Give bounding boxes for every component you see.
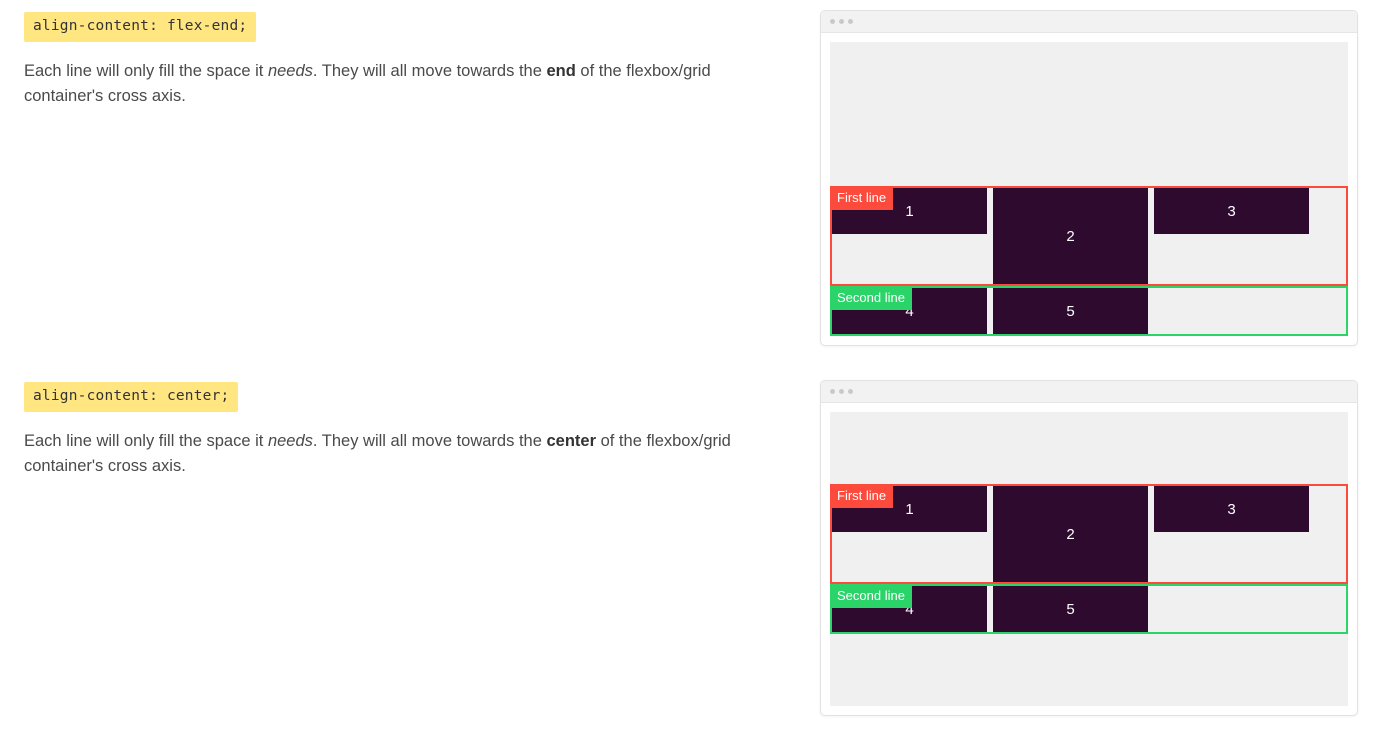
demo-window-flex-end: First line 1 2 3 Second line 4 5 (820, 10, 1358, 346)
flex-line-label-second: Second line (830, 584, 912, 608)
desc-strong: end (546, 61, 576, 80)
flex-item: 5 (993, 586, 1148, 632)
window-dot-icon (830, 19, 835, 24)
flex-line-second: Second line 4 5 (830, 286, 1348, 336)
desc-emphasis: needs (267, 431, 313, 450)
flex-line-first: First line 1 2 3 (830, 484, 1348, 584)
window-dot-icon (839, 19, 844, 24)
window-dot-icon (848, 389, 853, 394)
description-center: Each line will only fill the space it ne… (24, 429, 784, 479)
browser-chrome-bar (821, 381, 1357, 403)
demo-stage: First line 1 2 3 Second line 4 5 (821, 403, 1357, 715)
flex-container-flex-end: First line 1 2 3 Second line 4 5 (830, 42, 1348, 336)
flex-item: 3 (1154, 486, 1309, 532)
code-snippet-flex-end: align-content: flex-end; (24, 12, 257, 42)
flex-item: 2 (993, 486, 1148, 582)
demo-window-center: First line 1 2 3 Second line 4 5 (820, 380, 1358, 716)
flex-line-label-first: First line (830, 186, 894, 210)
flex-item: 5 (993, 288, 1148, 334)
flex-container-center: First line 1 2 3 Second line 4 5 (830, 412, 1348, 706)
flex-item: 2 (993, 188, 1148, 284)
desc-strong: center (546, 431, 596, 450)
demo-stage: First line 1 2 3 Second line 4 5 (821, 33, 1357, 345)
browser-chrome-bar (821, 11, 1357, 33)
desc-text-a: Each line will only fill the space it (24, 431, 268, 450)
flex-line-second: Second line 4 5 (830, 584, 1348, 634)
desc-emphasis: needs (267, 61, 313, 80)
flex-line-label-second: Second line (830, 286, 912, 310)
section-flex-end-text: align-content: flex-end; Each line will … (24, 12, 794, 125)
page-root: align-content: flex-end; Each line will … (0, 0, 1374, 734)
flex-item: 3 (1154, 188, 1309, 234)
flex-line-label-first: First line (830, 484, 894, 508)
window-dot-icon (848, 19, 853, 24)
section-center-text: align-content: center; Each line will on… (24, 382, 794, 495)
desc-text-a: Each line will only fill the space it (24, 61, 268, 80)
window-dot-icon (830, 389, 835, 394)
desc-text-b: . They will all move towards the (312, 61, 547, 80)
window-dot-icon (839, 389, 844, 394)
desc-text-b: . They will all move towards the (312, 431, 547, 450)
flex-line-first: First line 1 2 3 (830, 186, 1348, 286)
description-flex-end: Each line will only fill the space it ne… (24, 59, 784, 109)
code-snippet-center: align-content: center; (24, 382, 239, 412)
